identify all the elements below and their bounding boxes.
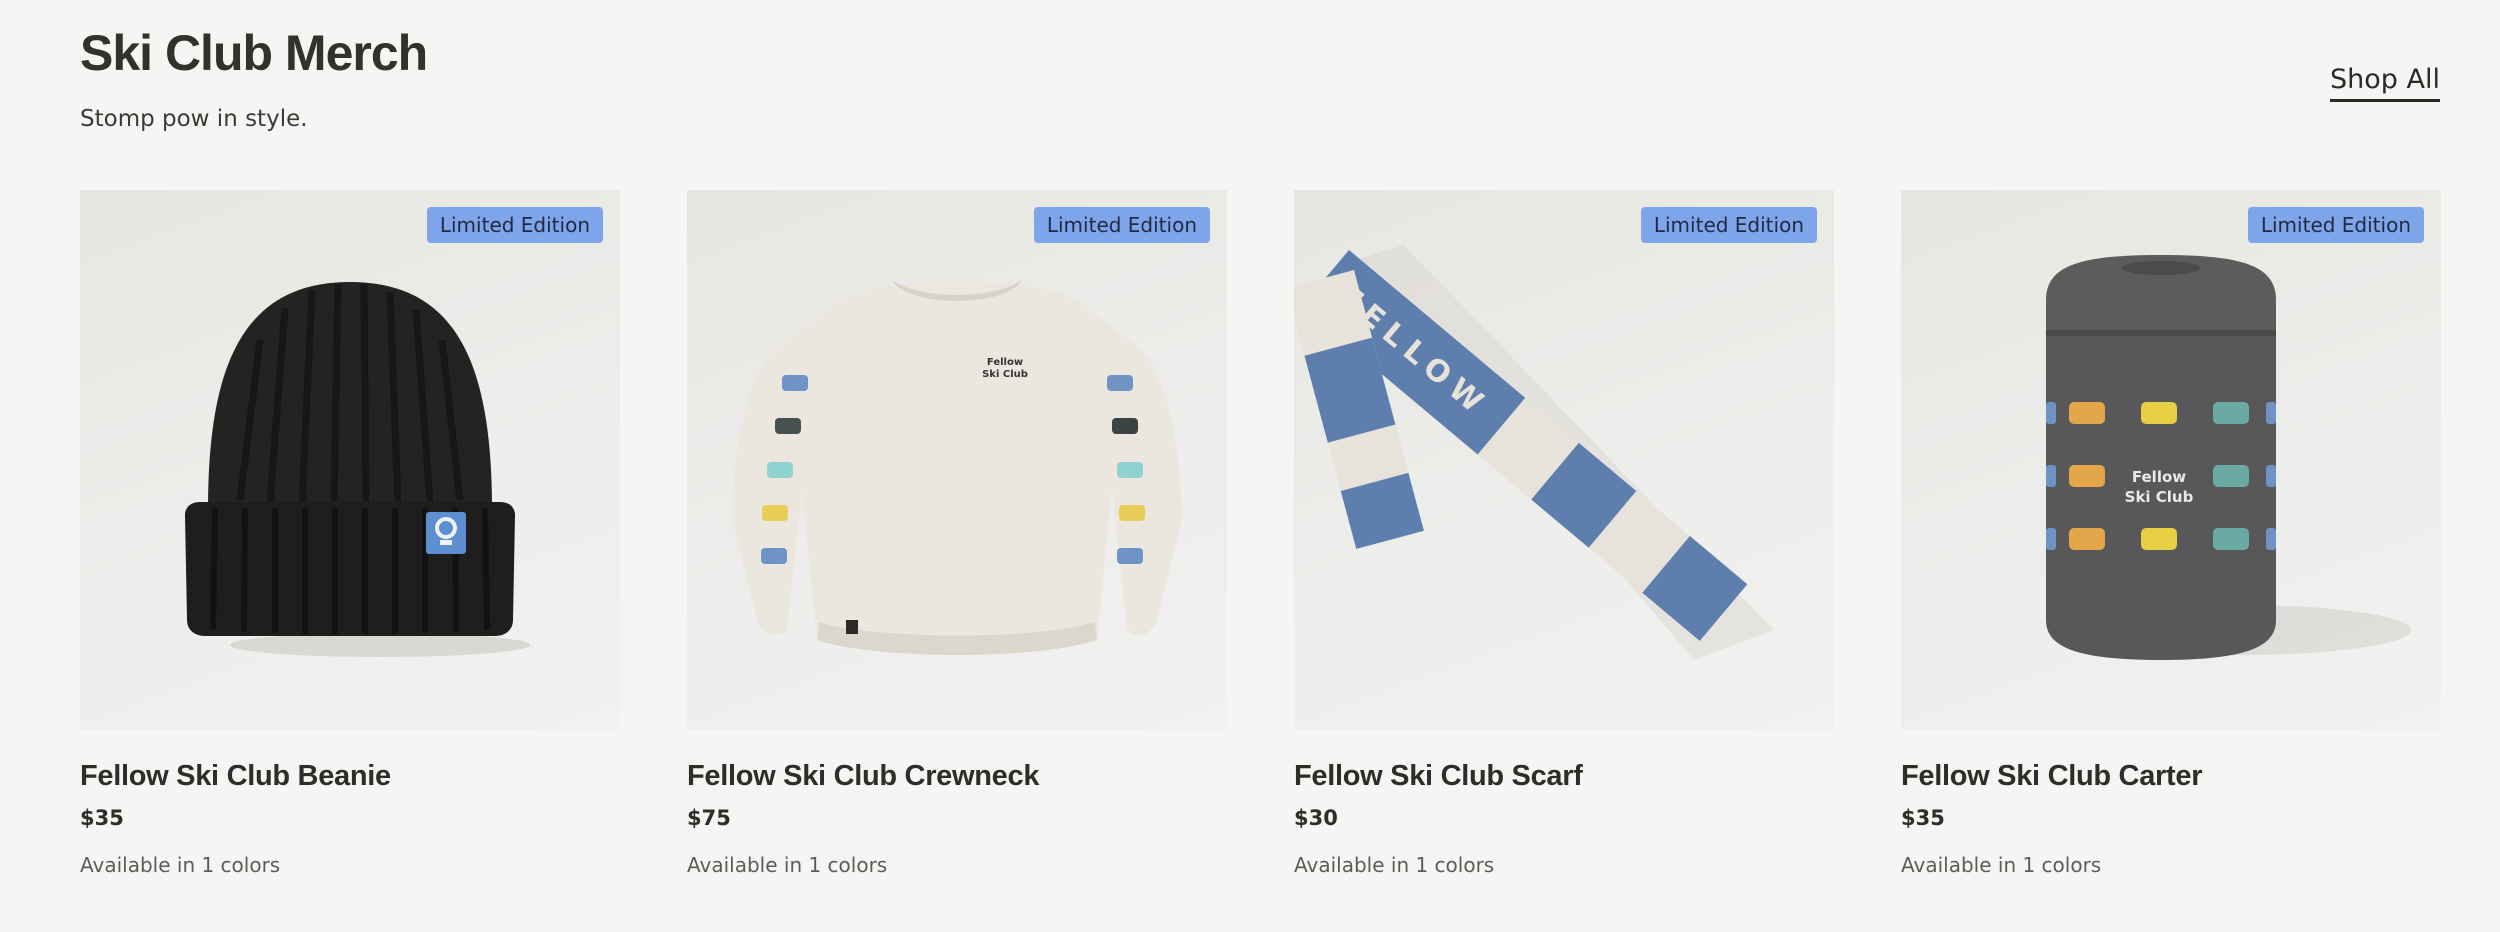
product-card-carter[interactable]: Fellow Ski Club Limited Edition Fellow S… bbox=[1901, 190, 2441, 877]
product-image-carter[interactable]: Fellow Ski Club Limited Edition bbox=[1901, 190, 2441, 730]
product-price: $75 bbox=[687, 806, 731, 830]
limited-edition-badge: Limited Edition bbox=[2247, 207, 2424, 243]
limited-edition-badge: Limited Edition bbox=[1640, 207, 1817, 243]
ski-club-merch-section: Ski Club Merch Stomp pow in style. Shop … bbox=[0, 0, 2500, 932]
section-subtitle: Stomp pow in style. bbox=[80, 106, 308, 132]
crewneck-logo-line2: Ski Club bbox=[982, 369, 1028, 380]
product-price: $35 bbox=[80, 806, 124, 830]
crewneck-logo-line1: Fellow bbox=[987, 357, 1023, 368]
shop-all-link[interactable]: Shop All bbox=[2330, 64, 2440, 102]
limited-edition-badge: Limited Edition bbox=[1033, 207, 1210, 243]
product-card-scarf[interactable]: FELLOW Limited Edition Fellow Ski Club S… bbox=[1294, 190, 1834, 877]
carter-logo-line1: Fellow bbox=[2132, 468, 2186, 486]
product-price: $30 bbox=[1294, 806, 1338, 830]
product-image-crewneck[interactable]: Fellow Ski Club Limited Edition bbox=[687, 190, 1227, 730]
product-card-beanie[interactable]: Limited Edition Fellow Ski Club Beanie $… bbox=[80, 190, 620, 877]
limited-edition-badge: Limited Edition bbox=[426, 207, 603, 243]
product-colors-count: Available in 1 colors bbox=[1294, 853, 1495, 877]
product-colors-count: Available in 1 colors bbox=[80, 853, 281, 877]
product-grid: Limited Edition Fellow Ski Club Beanie $… bbox=[80, 190, 2441, 877]
scarf-image: FELLOW bbox=[1294, 245, 1774, 660]
beanie-image bbox=[185, 282, 530, 657]
product-image-beanie[interactable]: Limited Edition bbox=[80, 190, 620, 730]
carter-logo-line2: Ski Club bbox=[2125, 488, 2194, 506]
product-title[interactable]: Fellow Ski Club Beanie bbox=[80, 760, 620, 793]
product-card-crewneck[interactable]: Fellow Ski Club Limited Edition Fellow S… bbox=[687, 190, 1227, 877]
product-price: $35 bbox=[1901, 806, 1945, 830]
crewneck-image: Fellow Ski Club bbox=[732, 280, 1182, 655]
product-title[interactable]: Fellow Ski Club Carter bbox=[1901, 760, 2441, 793]
product-title[interactable]: Fellow Ski Club Scarf bbox=[1294, 760, 1834, 793]
product-image-scarf[interactable]: FELLOW Limited Edition bbox=[1294, 190, 1834, 730]
product-colors-count: Available in 1 colors bbox=[687, 853, 888, 877]
product-title[interactable]: Fellow Ski Club Crewneck bbox=[687, 760, 1227, 793]
carter-mug-image: Fellow Ski Club bbox=[2046, 255, 2411, 660]
product-colors-count: Available in 1 colors bbox=[1901, 853, 2102, 877]
section-title: Ski Club Merch bbox=[80, 25, 428, 81]
